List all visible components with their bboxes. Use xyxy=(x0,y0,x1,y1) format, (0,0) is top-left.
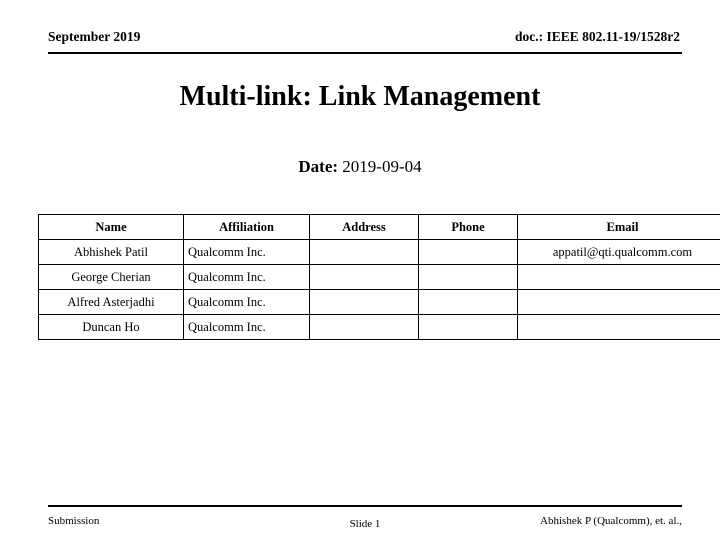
cell-name: Abhishek Patil xyxy=(38,239,184,265)
cell-address xyxy=(309,239,419,265)
cell-phone xyxy=(418,289,518,315)
date-line: Date: 2019-09-04 xyxy=(0,156,720,178)
table-row: Alfred Asterjadhi Qualcomm Inc. xyxy=(38,289,720,315)
cell-affiliation: Qualcomm Inc. xyxy=(183,314,310,340)
date-label: Date: xyxy=(298,157,339,176)
cell-email xyxy=(517,314,720,340)
date-value: 2019-09-04 xyxy=(342,157,422,176)
cell-phone xyxy=(418,264,518,290)
cell-email xyxy=(517,289,720,315)
table-row: Duncan Ho Qualcomm Inc. xyxy=(38,314,720,340)
column-header-affiliation: Affiliation xyxy=(183,214,310,240)
authors-table: Name Affiliation Address Phone Email Abh… xyxy=(38,214,720,340)
table-row: Abhishek Patil Qualcomm Inc. appatil@qti… xyxy=(38,239,720,265)
footer-author-attribution: Abhishek P (Qualcomm), et. al., xyxy=(540,515,682,527)
header-doc-reference: doc.: IEEE 802.11-19/1528r2 xyxy=(514,29,680,44)
cell-name: George Cherian xyxy=(38,264,184,290)
column-header-email: Email xyxy=(517,214,720,240)
cell-affiliation: Qualcomm Inc. xyxy=(183,239,310,265)
cell-email xyxy=(517,264,720,290)
cell-name: Duncan Ho xyxy=(38,314,184,340)
slide-footer: Submission Slide 1 Abhishek P (Qualcomm)… xyxy=(48,505,682,535)
slide-header: September 2019 doc.: IEEE 802.11-19/1528… xyxy=(48,28,682,54)
cell-name: Alfred Asterjadhi xyxy=(38,289,184,315)
cell-address xyxy=(309,314,419,340)
cell-phone xyxy=(418,314,518,340)
header-date-label: September 2019 xyxy=(48,29,141,44)
page-title: Multi-link: Link Management xyxy=(179,81,541,112)
table-header-row: Name Affiliation Address Phone Email xyxy=(38,214,720,240)
table-row: George Cherian Qualcomm Inc. xyxy=(38,264,720,290)
cell-address xyxy=(309,289,419,315)
cell-affiliation: Qualcomm Inc. xyxy=(183,264,310,290)
column-header-phone: Phone xyxy=(418,214,518,240)
cell-phone xyxy=(418,239,518,265)
cell-email: appatil@qti.qualcomm.com xyxy=(517,239,720,265)
cell-affiliation: Qualcomm Inc. xyxy=(183,289,310,315)
column-header-address: Address xyxy=(309,214,419,240)
cell-address xyxy=(309,264,419,290)
column-header-name: Name xyxy=(38,214,184,240)
